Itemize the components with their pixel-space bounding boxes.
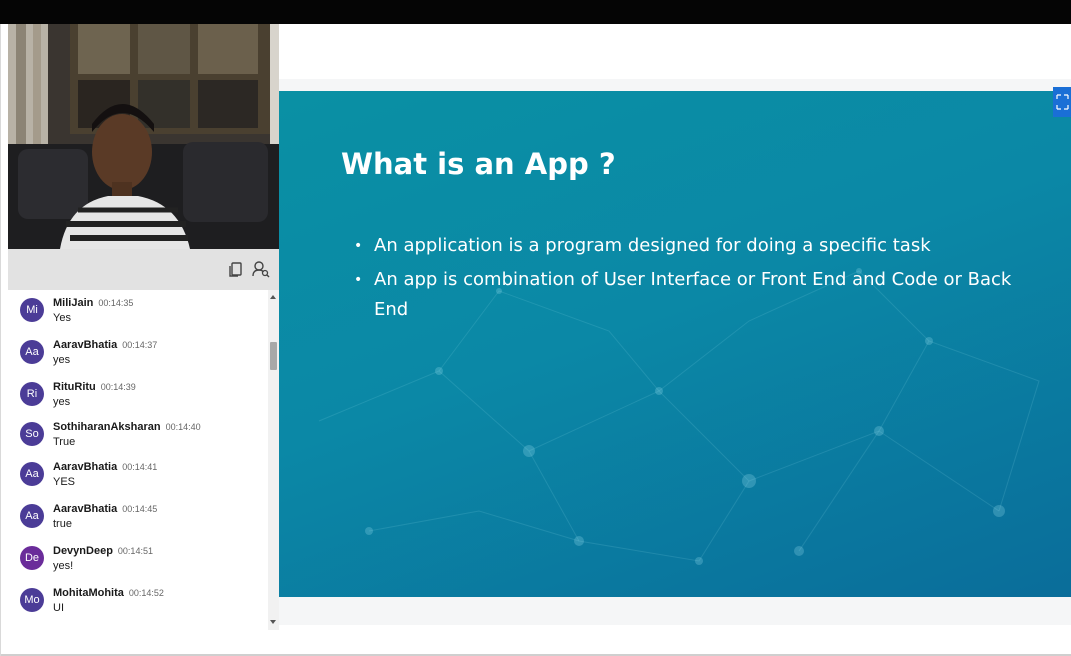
slide-bullet: • An application is a program designed f… bbox=[354, 231, 1034, 261]
chat-timestamp: 00:14:51 bbox=[117, 546, 153, 556]
chat-message: Aa AaravBhatia 00:14:37 yes bbox=[8, 336, 266, 376]
chat-timestamp: 00:14:41 bbox=[122, 462, 158, 472]
avatar: So bbox=[20, 422, 44, 446]
chat-timestamp: 00:14:39 bbox=[100, 382, 136, 392]
chat-message-text: True bbox=[53, 436, 76, 448]
scroll-down-icon[interactable] bbox=[270, 620, 276, 624]
meeting-window: Mi MiliJain 00:14:35 Yes Aa AaravBhatia 00… bbox=[0, 24, 1071, 656]
chat-timestamp: 00:14:52 bbox=[128, 588, 164, 598]
copy-icon[interactable] bbox=[226, 259, 246, 279]
chat-message-text: UI bbox=[53, 602, 64, 614]
slide-top-strip bbox=[279, 79, 1071, 91]
chat-sender-name: RituRitu bbox=[53, 381, 96, 393]
chat-timestamp: 00:14:45 bbox=[122, 504, 158, 514]
avatar: Mo bbox=[20, 588, 44, 612]
bullet-dot-icon: • bbox=[354, 238, 363, 254]
chat-sender-name: DevynDeep bbox=[53, 545, 113, 557]
chat-message-text: yes! bbox=[53, 560, 74, 572]
avatar: Aa bbox=[20, 340, 44, 364]
chat-message: Aa AaravBhatia 00:14:41 YES bbox=[8, 458, 266, 498]
chat-message: Aa AaravBhatia 00:14:45 true bbox=[8, 500, 266, 540]
avatar: Aa bbox=[20, 504, 44, 528]
chat-message: So SothiharanAksharan 00:14:40 True bbox=[8, 418, 266, 458]
chat-message: Mo MohitaMohita 00:14:52 UI bbox=[8, 584, 266, 624]
webcam-video bbox=[8, 24, 279, 249]
chat-scrollbar[interactable] bbox=[268, 290, 279, 630]
chat-message-text: yes bbox=[53, 396, 71, 408]
chat-timestamp: 00:14:40 bbox=[165, 422, 201, 432]
presentation-slide: What is an App ? • An application is a p… bbox=[279, 91, 1071, 597]
top-black-bar bbox=[0, 0, 1071, 24]
avatar: De bbox=[20, 546, 44, 570]
expand-icon bbox=[1056, 94, 1069, 110]
chat-message-list[interactable]: Mi MiliJain 00:14:35 Yes Aa AaravBhatia 00… bbox=[8, 290, 268, 630]
chat-sender-name: AaravBhatia bbox=[53, 339, 118, 351]
fullscreen-button[interactable] bbox=[1053, 87, 1071, 117]
slide-bullet-text: An application is a program designed for… bbox=[374, 235, 931, 256]
avatar: Aa bbox=[20, 462, 44, 486]
chat-message-text: yes bbox=[53, 354, 71, 366]
chat-sender-name: MiliJain bbox=[53, 297, 94, 309]
chat-message: Ri RituRitu 00:14:39 yes bbox=[8, 378, 266, 418]
chat-message: De DevynDeep 00:14:51 yes! bbox=[8, 542, 266, 582]
avatar: Mi bbox=[20, 298, 44, 322]
chat-message-text: true bbox=[53, 518, 72, 530]
search-user-icon[interactable] bbox=[251, 259, 271, 279]
left-panel: Mi MiliJain 00:14:35 Yes Aa AaravBhatia 00… bbox=[8, 24, 279, 650]
slide-bullet-text: An app is combination of User Interface … bbox=[374, 269, 1012, 320]
chat-message-text: YES bbox=[53, 476, 76, 488]
chat-timestamp: 00:14:35 bbox=[98, 298, 134, 308]
slide-title: What is an App ? bbox=[341, 147, 616, 181]
scroll-up-icon[interactable] bbox=[270, 295, 276, 299]
chat-timestamp: 00:14:37 bbox=[122, 340, 158, 350]
chat-sender-name: AaravBhatia bbox=[53, 503, 118, 515]
scroll-thumb[interactable] bbox=[270, 342, 277, 370]
chat-sender-name: SothiharanAksharan bbox=[53, 421, 161, 433]
avatar: Ri bbox=[20, 382, 44, 406]
chat-sender-name: AaravBhatia bbox=[53, 461, 118, 473]
chat-toolbar bbox=[8, 249, 279, 290]
chat-sender-name: MohitaMohita bbox=[53, 587, 124, 599]
chat-message-text: Yes bbox=[53, 312, 71, 324]
bullet-dot-icon: • bbox=[354, 272, 363, 288]
slide-bottom-strip bbox=[279, 597, 1071, 625]
slide-bullet: • An app is combination of User Interfac… bbox=[354, 265, 1034, 325]
chat-message: Mi MiliJain 00:14:35 Yes bbox=[8, 294, 266, 334]
